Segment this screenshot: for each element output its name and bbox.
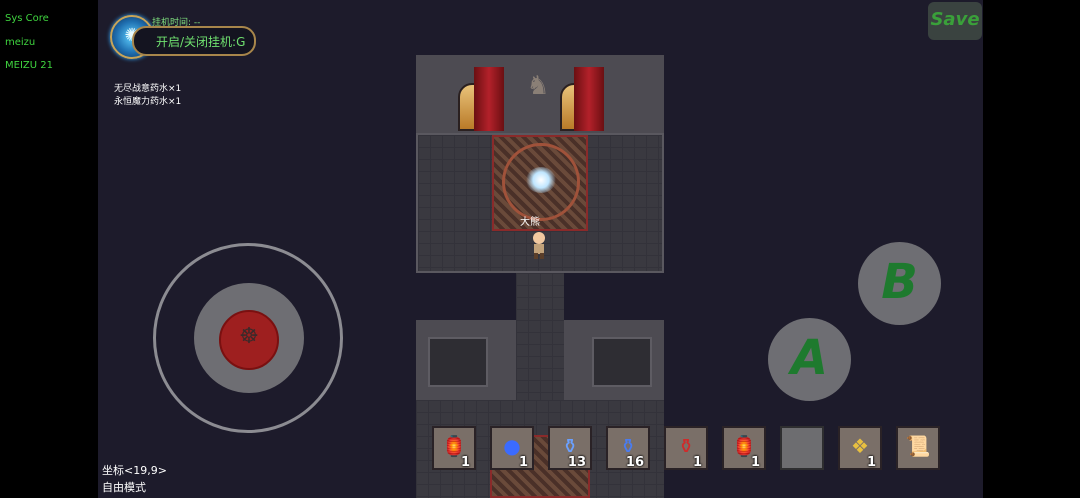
a-button[interactable]: A	[768, 318, 851, 401]
hotbar-slot-9[interactable]: 📜	[896, 426, 940, 470]
device-app-label: Sys Core	[5, 13, 49, 24]
alcove-right	[592, 337, 652, 387]
coordinates-label: 坐标<19,9>	[102, 464, 167, 477]
hotbar-slot-1[interactable]: 🏮 1	[432, 426, 476, 470]
slot-count: 16	[625, 455, 644, 470]
device-brand-label: meizu	[5, 37, 36, 48]
octopus-icon: ☸	[239, 324, 259, 349]
curtain-right	[574, 67, 604, 131]
hotbar-slot-8[interactable]: ❖ 1	[838, 426, 882, 470]
curtain-left	[474, 67, 504, 131]
save-button[interactable]: Save	[928, 2, 982, 40]
hotbar-slot-4[interactable]: ⚱ 16	[606, 426, 650, 470]
potion-buff-2: 永恒魔力药水×1	[114, 97, 182, 107]
game-screen[interactable]: ♞ 大熊 ✺ 挂机时间: -- 开启/关闭挂机:G 无尽战意药水×1 永恒魔力药…	[98, 0, 983, 498]
slot-count: 1	[460, 455, 470, 470]
hotbar-slot-7[interactable]	[780, 426, 824, 470]
idle-toggle-button[interactable]: 开启/关闭挂机:G	[132, 26, 256, 56]
hotbar-slot-3[interactable]: ⚱ 13	[548, 426, 592, 470]
b-button[interactable]: B	[858, 242, 941, 325]
joystick-knob[interactable]: ☸	[219, 310, 279, 370]
slot-count: 13	[567, 455, 586, 470]
a-button-label: A	[790, 330, 829, 386]
player-character[interactable]	[530, 231, 548, 259]
idle-toggle-label: 开启/关闭挂机:G	[156, 35, 246, 49]
hotbar-slot-6[interactable]: 🏮 1	[722, 426, 766, 470]
corridor-floor	[516, 273, 564, 323]
mode-label: 自由模式	[102, 481, 146, 494]
b-button-label: B	[881, 254, 918, 310]
slot-count: 1	[750, 455, 760, 470]
glowing-crystal-icon[interactable]	[526, 167, 556, 193]
lower-corridor-floor	[516, 320, 564, 400]
slot-count: 1	[518, 455, 528, 470]
alcove-left	[428, 337, 488, 387]
save-label: Save	[930, 9, 980, 30]
hotbar-slot-5[interactable]: ⚱ 1	[664, 426, 708, 470]
hotbar-slot-2[interactable]: ● 1	[490, 426, 534, 470]
device-model-label: MEIZU 21	[5, 60, 53, 71]
dragon-head-icon: ♞	[526, 71, 550, 101]
potion-buff-1: 无尽战意药水×1	[114, 84, 182, 94]
slot-count: 1	[866, 455, 876, 470]
npc-name-label: 大熊	[520, 217, 540, 228]
paper-scroll-icon: 📜	[905, 434, 931, 458]
slot-count: 1	[692, 455, 702, 470]
